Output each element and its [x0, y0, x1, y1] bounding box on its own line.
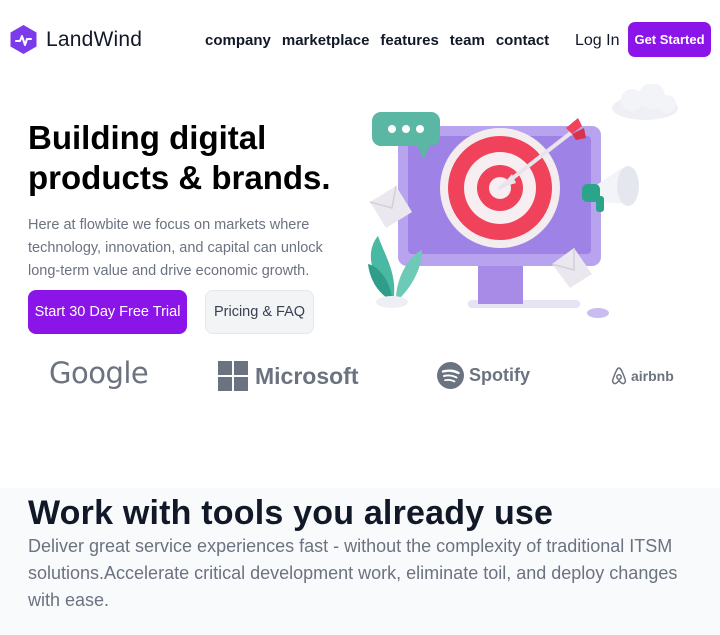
- microsoft-logo: Microsoft: [218, 361, 359, 391]
- nav-link-team[interactable]: team: [450, 32, 485, 49]
- hero-illustration: [368, 84, 678, 318]
- microsoft-windows-icon: [218, 361, 248, 391]
- airbnb-logo-text: airbnb: [631, 368, 674, 384]
- brand-logo[interactable]: LandWind: [9, 24, 142, 55]
- top-navbar: LandWind company marketplace features te…: [0, 0, 720, 80]
- get-started-button[interactable]: Get Started: [628, 22, 711, 57]
- brand-name: LandWind: [46, 27, 143, 51]
- spotify-icon: [437, 362, 464, 389]
- hero-description: Here at flowbite we focus on markets whe…: [28, 217, 323, 279]
- pricing-faq-button[interactable]: Pricing & FAQ: [205, 290, 314, 334]
- airbnb-icon: [611, 367, 627, 385]
- nav-link-marketplace[interactable]: marketplace: [282, 32, 370, 49]
- nav-link-features[interactable]: features: [380, 32, 438, 49]
- login-link[interactable]: Log In: [575, 32, 619, 50]
- cloud-icon: [612, 84, 678, 120]
- spotify-logo: Spotify: [437, 362, 530, 389]
- nav-links: company marketplace features team contac…: [205, 32, 560, 49]
- google-logo: Google: [49, 356, 149, 390]
- free-trial-button[interactable]: Start 30 Day Free Trial: [28, 290, 187, 334]
- tools-section: Work with tools you already use Deliver …: [0, 488, 720, 635]
- nav-link-company[interactable]: company: [205, 32, 271, 49]
- microsoft-logo-text: Microsoft: [255, 362, 359, 389]
- tools-title: Work with tools you already use: [28, 494, 554, 532]
- spotify-logo-text: Spotify: [469, 365, 530, 385]
- logo-hexagon-icon: [10, 25, 37, 54]
- hero-title: Building digital products & brands.: [28, 119, 331, 196]
- tools-description: Deliver great service experiences fast -…: [28, 536, 678, 610]
- nav-link-contact[interactable]: contact: [496, 32, 549, 49]
- google-logo-text: Google: [49, 356, 149, 390]
- airbnb-logo: airbnb: [611, 367, 674, 385]
